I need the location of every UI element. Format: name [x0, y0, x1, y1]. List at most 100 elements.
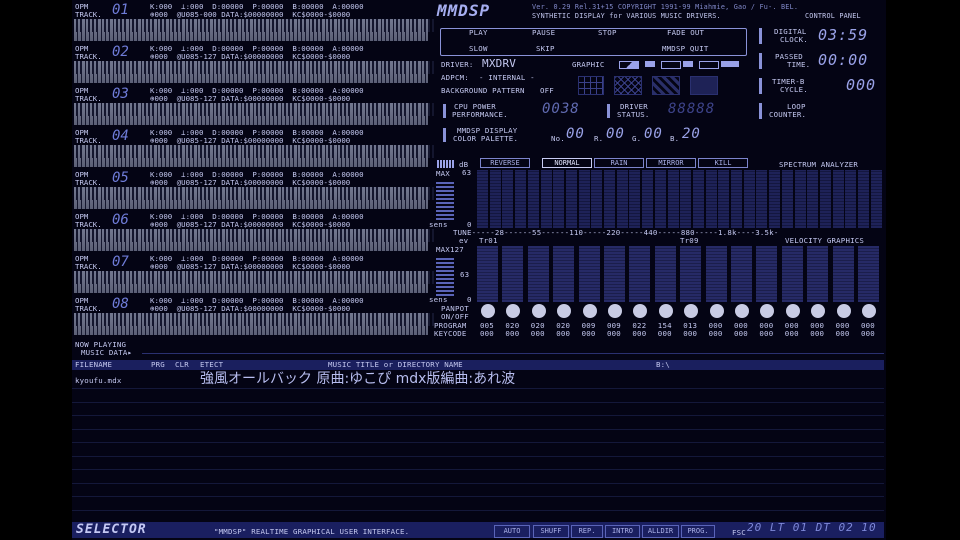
driver-value: MXDRV	[482, 57, 517, 70]
panpot-toggle[interactable]	[735, 304, 749, 318]
velocity-sens-label: sens	[429, 295, 448, 304]
selector-caption: "MMDSP" REALTIME GRAPHICAL USER INTERFAC…	[214, 527, 410, 536]
file-list-header: FILENAME PRG CLR ETECT MUSIC TITLE or DI…	[72, 360, 884, 370]
keycode-value: 000	[556, 329, 571, 338]
control-panel-label: CONTROL PANEL	[805, 12, 861, 20]
velocity-max-label: MAX127	[436, 245, 464, 254]
track-info: K:000 ⊥:000 D:00000 P:00000 B:00000 A:00…	[150, 296, 364, 313]
date-value: 20 LT 01 DT 02 10	[747, 521, 877, 534]
bg-pattern-swatches[interactable]	[578, 76, 746, 95]
panpot-toggle[interactable]	[633, 304, 648, 318]
adpcm-value: - INTERNAL -	[479, 73, 535, 82]
selector-button-auto[interactable]: AUTO	[494, 525, 530, 538]
palette-r-label: R.	[594, 134, 604, 143]
panpot-toggle[interactable]	[608, 304, 622, 318]
keycode-value: 000	[810, 329, 825, 338]
skip-button[interactable]: SKIP	[536, 45, 555, 53]
track-1[interactable]: OPM TRACK. 01 K:000 ⊥:000 D:00000 P:00000 …	[72, 0, 434, 42]
track-number: 02	[112, 44, 129, 60]
slow-button[interactable]: SLOW	[469, 45, 488, 53]
selector-button-intro[interactable]: INTRO	[605, 525, 640, 538]
velocity-graphics	[477, 246, 885, 302]
passed-time-value: 00:00	[818, 51, 869, 69]
music-title-header: MUSIC TITLE or DIRECTORY NAME	[328, 360, 463, 369]
track-keyboard	[74, 271, 434, 293]
selector-button-rep[interactable]: REP.	[571, 525, 603, 538]
selector-logo: SELECTOR	[76, 522, 147, 537]
keycode-value: 000	[835, 329, 850, 338]
tab-rain[interactable]: RAIN	[594, 158, 644, 168]
keycode-value: 000	[861, 329, 875, 338]
track-8[interactable]: OPM TRACK. 08 K:000 ⊥:000 D:00000 P:00000 …	[72, 294, 434, 336]
track-label: OPM TRACK.	[75, 254, 102, 271]
track-3[interactable]: OPM TRACK. 03 K:000 ⊥:000 D:00000 P:00000 …	[72, 84, 434, 126]
filename-header[interactable]: FILENAME	[75, 361, 112, 369]
panpot-toggle[interactable]	[709, 304, 724, 318]
track-number: 04	[112, 128, 129, 144]
pause-button[interactable]: PAUSE	[532, 29, 555, 37]
panpot-toggle[interactable]	[760, 304, 775, 318]
track-keyboard	[74, 103, 434, 125]
track-5[interactable]: OPM TRACK. 05 K:000 ⊥:000 D:00000 P:00000 …	[72, 168, 434, 210]
palette-r-value[interactable]: 00	[606, 126, 625, 142]
track-2[interactable]: OPM TRACK. 02 K:000 ⊥:000 D:00000 P:00000 …	[72, 42, 434, 84]
track-7[interactable]: OPM TRACK. 07 K:000 ⊥:000 D:00000 P:00000 …	[72, 252, 434, 294]
velocity-title: VELOCITY GRAPHICS	[785, 236, 865, 245]
digital-clock-value: 03:59	[818, 26, 869, 44]
panpot-toggle[interactable]	[836, 304, 851, 318]
palette-b-value[interactable]: 20	[682, 126, 701, 142]
file-list: kyoufu.mdx 強風オールバック 原曲:ゆこぴ mdx版編曲:あれ波	[72, 371, 884, 521]
panpot-toggle[interactable]	[582, 304, 597, 318]
date-label: FSC	[732, 528, 746, 537]
palette-no-value[interactable]: 00	[566, 126, 585, 142]
track-info: K:000 ⊥:000 D:00000 P:00000 B:00000 A:00…	[150, 254, 364, 271]
play-button[interactable]: PLAY	[469, 29, 488, 37]
spectrum-sens-label: sens	[429, 220, 448, 229]
panpot-toggle[interactable]	[811, 304, 826, 318]
velocity-tr-mid: Tr09	[680, 236, 699, 245]
palette-g-value[interactable]: 00	[644, 126, 663, 142]
selector-button-prog[interactable]: PROG.	[681, 525, 715, 538]
panpot-toggle[interactable]	[862, 304, 876, 318]
track-info: K:000 ⊥:000 D:00000 P:00000 B:00000 A:00…	[150, 128, 364, 145]
tab-kill[interactable]: KILL	[698, 158, 748, 168]
track-label: OPM TRACK.	[75, 44, 102, 61]
cpu-label-2: PERFORMANCE.	[452, 110, 508, 119]
track-info: K:000 ⊥:000 D:00000 P:00000 B:00000 A:00…	[150, 212, 364, 229]
track-6[interactable]: OPM TRACK. 06 K:000 ⊥:000 D:00000 P:00000 …	[72, 210, 434, 252]
panpot-toggle[interactable]	[557, 304, 572, 318]
selector-button-shuff[interactable]: SHUFF	[533, 525, 569, 538]
tab-mirror[interactable]: MIRROR	[646, 158, 696, 168]
selector-button-alldir[interactable]: ALLDIR	[642, 525, 679, 538]
panpot-toggle[interactable]	[785, 304, 800, 318]
panpot-toggle[interactable]	[481, 304, 495, 318]
keycode-row: 000 000 000 000 000 000 000 000 000 000 000 000 000 0…	[480, 330, 888, 338]
tab-reverse[interactable]: REVERSE	[480, 158, 530, 168]
panpot-toggle[interactable]	[531, 304, 546, 318]
velocity-level-meter	[436, 256, 454, 296]
stop-button[interactable]: STOP	[598, 29, 617, 37]
track-label: OPM TRACK.	[75, 296, 102, 313]
graphic-mode-icons[interactable]	[619, 60, 745, 69]
track-4[interactable]: OPM TRACK. 04 K:000 ⊥:000 D:00000 P:00000 …	[72, 126, 434, 168]
file-row[interactable]: kyoufu.mdx 強風オールバック 原曲:ゆこぴ mdx版編曲:あれ波	[72, 371, 884, 387]
tab-normal[interactable]: NORMAL	[542, 158, 592, 168]
track-number: 01	[112, 2, 129, 18]
driver-status-value: 88888	[668, 101, 716, 117]
keycode-value: 000	[657, 329, 672, 338]
keycode-value: 000	[505, 329, 520, 338]
clr-header[interactable]: CLR	[175, 361, 189, 369]
etect-header[interactable]: ETECT	[200, 361, 223, 369]
panpot-toggle[interactable]	[658, 304, 673, 318]
keycode-value: 000	[581, 329, 596, 338]
track-number: 06	[112, 212, 129, 228]
panpot-toggle[interactable]	[506, 304, 521, 318]
prg-header[interactable]: PRG	[151, 361, 165, 369]
file-row-filename: kyoufu.mdx	[75, 376, 122, 385]
keycode-value: 000	[632, 329, 647, 338]
fade-out-button[interactable]: FADE OUT	[667, 29, 704, 37]
mmdsp-quit-button[interactable]: MMDSP QUIT	[662, 45, 709, 53]
panpot-toggle[interactable]	[684, 304, 699, 318]
track-label: OPM TRACK.	[75, 86, 102, 103]
app-logo: MMDSP	[437, 1, 491, 20]
